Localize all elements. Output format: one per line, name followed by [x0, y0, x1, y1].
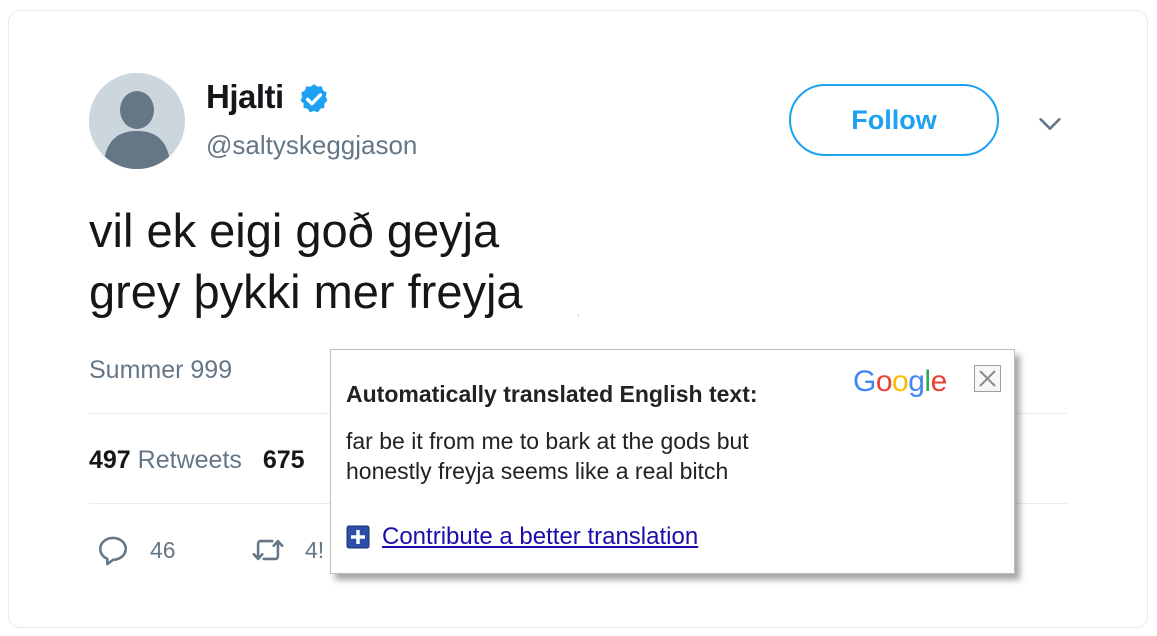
- close-icon: [979, 370, 996, 387]
- tweet-stats: 497 Retweets 675: [89, 446, 305, 475]
- retweets-count[interactable]: 497: [89, 446, 131, 474]
- google-logo-letter: g: [908, 365, 925, 398]
- likes-count[interactable]: 675: [263, 446, 305, 474]
- contribute-link[interactable]: Contribute a better translation: [382, 523, 698, 551]
- tweet-text-line: grey þykki mer freyja: [89, 265, 523, 318]
- retweets-label[interactable]: Retweets: [138, 446, 242, 474]
- avatar[interactable]: [89, 73, 185, 169]
- google-logo-letter: o: [875, 365, 893, 398]
- google-logo-letter: e: [930, 365, 948, 398]
- google-logo-letter: G: [853, 365, 876, 398]
- tweet-text-line: vil ek eigi goð geyja: [89, 204, 500, 257]
- plus-icon[interactable]: [346, 525, 370, 549]
- display-name[interactable]: Hjalti: [206, 78, 284, 116]
- retweet-button[interactable]: 4!: [251, 533, 324, 567]
- reply-count: 46: [150, 536, 176, 563]
- google-logo-letter: o: [892, 365, 909, 398]
- reply-icon: [98, 536, 128, 566]
- translation-popup: Automatically translated English text: G…: [330, 349, 1015, 574]
- retweet-icon: [252, 539, 284, 561]
- tweet-timestamp[interactable]: Summer 999: [89, 356, 232, 385]
- google-logo: Google: [853, 365, 947, 399]
- follow-button[interactable]: Follow: [789, 84, 999, 156]
- popup-heading: Automatically translated English text:: [346, 381, 758, 407]
- translated-line: honestly freyja seems like a real bitch: [346, 458, 729, 484]
- chevron-down-icon[interactable]: [1036, 110, 1064, 138]
- tweet-text: vil ek eigi goð geyja grey þykki mer fre…: [89, 200, 789, 322]
- reply-button[interactable]: 46: [96, 533, 176, 567]
- verified-badge-icon: [300, 84, 328, 113]
- default-avatar-icon: [89, 73, 185, 169]
- user-handle[interactable]: @saltyskeggjason: [206, 130, 417, 161]
- retweet-count: 4!: [305, 536, 325, 563]
- popup-pointer: [577, 313, 626, 350]
- translated-text: far be it from me to bark at the gods bu…: [346, 426, 866, 486]
- translated-line: far be it from me to bark at the gods bu…: [346, 428, 749, 454]
- contribute-row: Contribute a better translation: [346, 523, 698, 551]
- close-button[interactable]: [974, 365, 1001, 392]
